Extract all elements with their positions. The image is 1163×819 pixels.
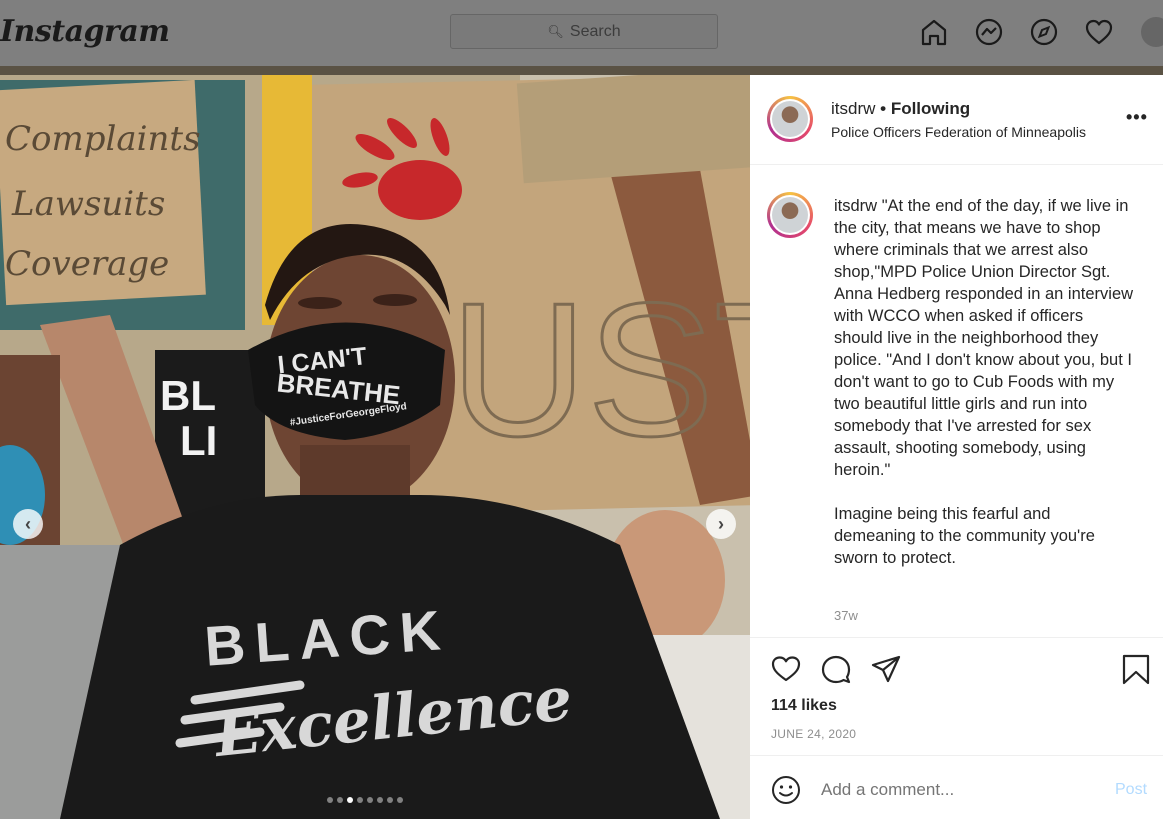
- like-heart-icon[interactable]: [770, 653, 802, 685]
- emoji-smiley-icon[interactable]: [771, 775, 801, 805]
- carousel-dot: [387, 797, 393, 803]
- profile-avatar[interactable]: [1141, 17, 1163, 47]
- carousel-dot: [367, 797, 373, 803]
- following-status[interactable]: • Following: [880, 99, 970, 118]
- sign-complaints-text: Complaints: [5, 119, 201, 159]
- sign-black-text-2: LI: [180, 417, 217, 464]
- sign-must-go-text: UST G: [450, 264, 750, 476]
- home-icon[interactable]: [919, 17, 949, 47]
- carousel-dot: [347, 797, 353, 803]
- comment-bubble-icon[interactable]: [820, 653, 852, 685]
- top-navigation-bar: Instagram 🔍︎ Search: [0, 0, 1163, 67]
- likes-count[interactable]: 114 likes: [771, 697, 837, 715]
- author-username[interactable]: itsdrw: [831, 99, 875, 118]
- post-header: itsdrw • Following: [831, 99, 970, 119]
- carousel-indicator: [327, 797, 403, 803]
- post-photo: BL LI Complaints Lawsuits Coverage UST G: [0, 75, 750, 819]
- carousel-dot: [337, 797, 343, 803]
- search-box[interactable]: 🔍︎ Search: [450, 14, 718, 49]
- carousel-dot: [327, 797, 333, 803]
- post-date: JUNE 24, 2020: [771, 727, 857, 741]
- caption-paragraph-2: Imagine being this fearful and demeaning…: [834, 505, 1095, 567]
- divider: [750, 637, 1163, 638]
- carousel-dot: [357, 797, 363, 803]
- post-caption: itsdrw "At the end of the day, if we liv…: [834, 195, 1134, 569]
- caption-username[interactable]: itsdrw: [834, 197, 877, 215]
- more-options-icon[interactable]: •••: [1126, 107, 1148, 128]
- heart-activity-icon[interactable]: [1084, 17, 1114, 47]
- instagram-logo[interactable]: Instagram: [0, 14, 170, 49]
- post-comment-button[interactable]: Post: [1115, 781, 1147, 799]
- search-placeholder: Search: [569, 22, 621, 40]
- divider: [750, 755, 1163, 756]
- divider: [750, 164, 1163, 165]
- caption-age[interactable]: 37w: [834, 608, 858, 623]
- search-icon: 🔍︎: [547, 23, 564, 39]
- caption-paragraph-1: "At the end of the day, if we live in th…: [834, 197, 1134, 479]
- carousel-dot: [377, 797, 383, 803]
- sign-black-text: BL: [160, 372, 216, 419]
- share-send-icon[interactable]: [870, 653, 902, 685]
- post-location[interactable]: Police Officers Federation of Minneapoli…: [831, 124, 1086, 140]
- save-bookmark-icon[interactable]: [1120, 653, 1152, 685]
- caption-author-avatar[interactable]: [767, 192, 813, 238]
- author-avatar[interactable]: [767, 96, 813, 142]
- sign-lawsuits-text: Lawsuits: [11, 184, 165, 224]
- carousel-dot: [397, 797, 403, 803]
- previous-image-button[interactable]: ‹: [13, 509, 43, 539]
- post-details-panel: itsdrw • Following Police Officers Feder…: [750, 75, 1163, 819]
- comment-input[interactable]: [821, 780, 1101, 800]
- messenger-icon[interactable]: [974, 17, 1004, 47]
- explore-compass-icon[interactable]: [1029, 17, 1059, 47]
- next-image-button[interactable]: ›: [706, 509, 736, 539]
- protest-photo-illustration: BL LI Complaints Lawsuits Coverage UST G: [0, 75, 750, 819]
- sign-coverage-text: Coverage: [5, 244, 169, 284]
